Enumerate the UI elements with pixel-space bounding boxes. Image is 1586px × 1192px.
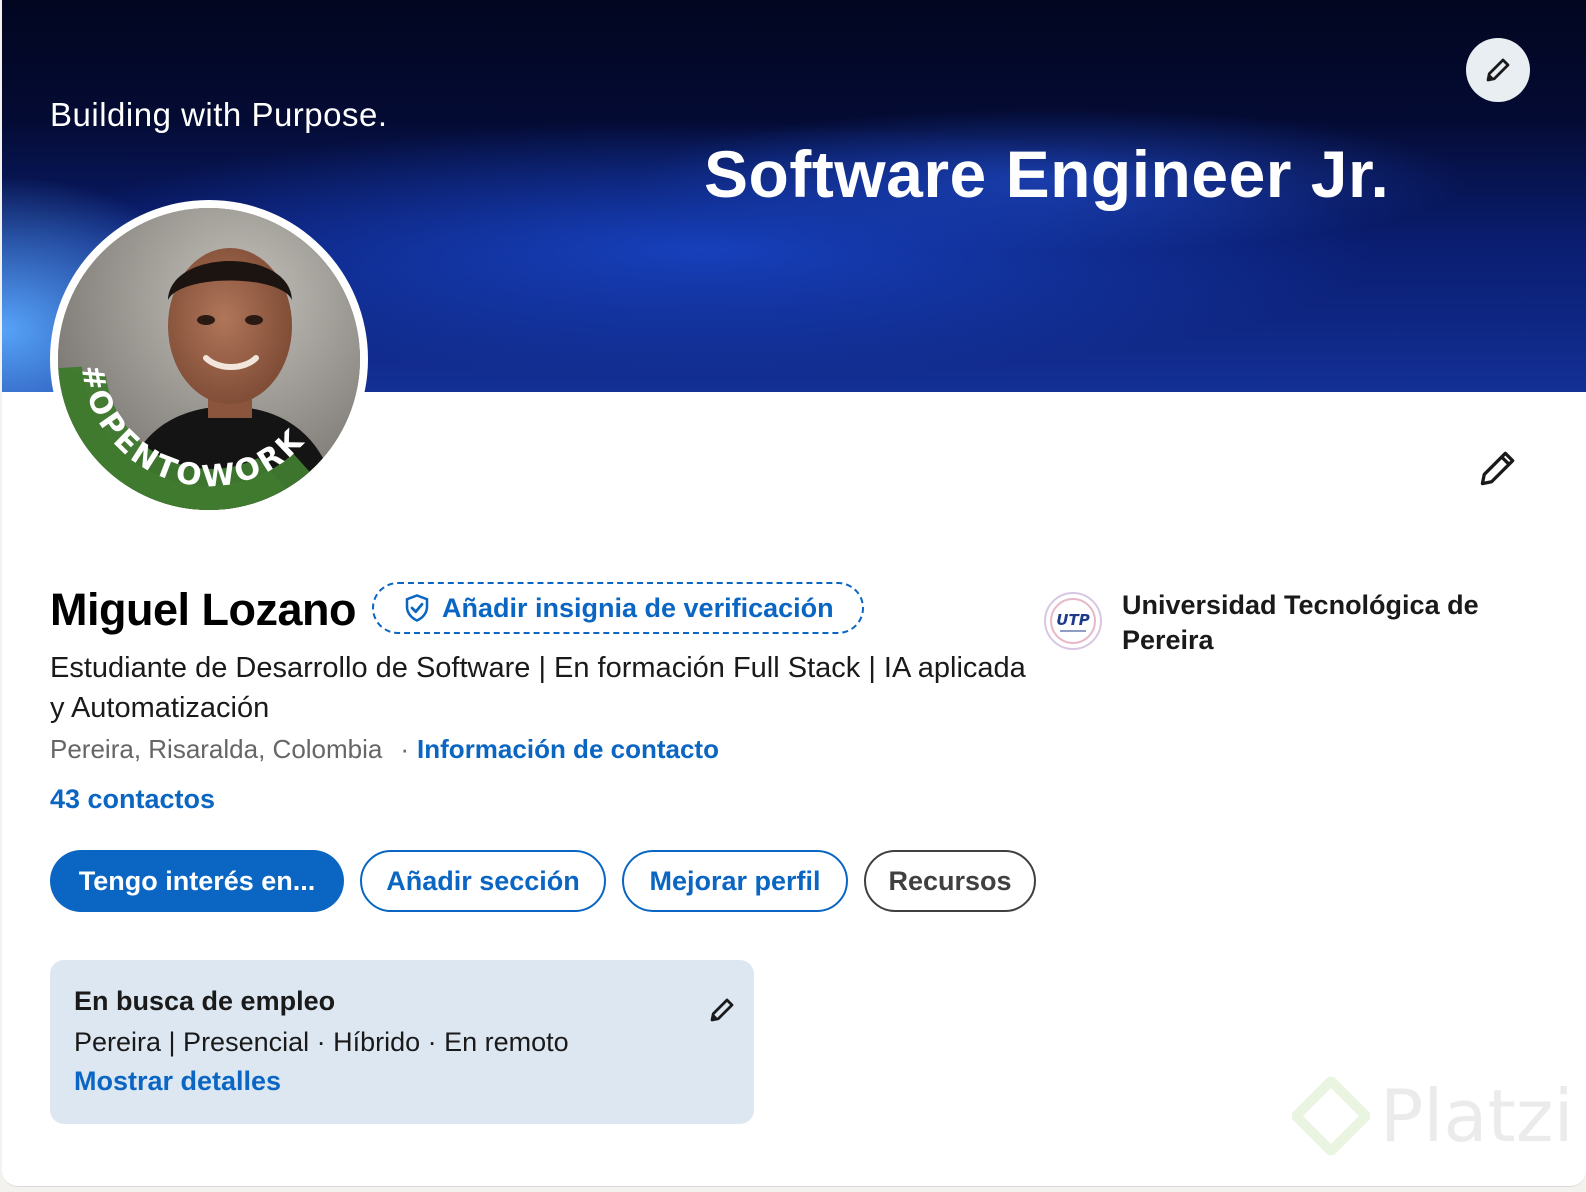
watermark-text: Platzi xyxy=(1380,1074,1574,1158)
show-details-link[interactable]: Mostrar detalles xyxy=(74,1066,730,1097)
profile-photo[interactable]: #OPENTOWORK xyxy=(50,200,368,518)
add-verification-badge-button[interactable]: Añadir insignia de verificación xyxy=(372,582,864,634)
separator-dot: · xyxy=(400,734,410,764)
university-name: Universidad Tecnológica de Pereira xyxy=(1122,590,1479,655)
education-entry[interactable]: UTP Universidad Tecnológica de Pereira xyxy=(1044,588,1542,658)
platzi-logo-icon xyxy=(1292,1077,1370,1155)
connections-link[interactable]: 43 contactos xyxy=(50,784,215,815)
university-logo-text: UTP xyxy=(1056,611,1089,629)
edit-open-to-work-button[interactable] xyxy=(704,992,740,1028)
pencil-icon xyxy=(1480,451,1515,486)
university-logo: UTP xyxy=(1044,592,1102,650)
profile-name: Miguel Lozano xyxy=(50,584,356,635)
profile-card: Building with Purpose. Software Engineer… xyxy=(2,0,1586,1187)
shield-check-icon xyxy=(402,593,432,623)
contact-info-link[interactable]: Información de contacto xyxy=(417,734,719,765)
resources-button[interactable]: Recursos xyxy=(864,850,1036,912)
open-to-work-title: En busca de empleo xyxy=(74,986,336,1016)
banner-tagline: Building with Purpose. xyxy=(50,96,388,133)
improve-profile-button[interactable]: Mejorar perfil xyxy=(622,850,848,912)
edit-profile-button[interactable] xyxy=(1474,444,1522,492)
pencil-icon xyxy=(710,998,734,1022)
open-to-work-details: Pereira | Presencial · Híbrido · En remo… xyxy=(74,1027,569,1057)
profile-headline: Estudiante de Desarrollo de Software | E… xyxy=(50,652,1026,724)
verify-label: Añadir insignia de verificación xyxy=(442,592,834,623)
add-section-button[interactable]: Añadir sección xyxy=(360,850,606,912)
open-to-button[interactable]: Tengo interés en... xyxy=(50,850,344,912)
platzi-watermark: Platzi xyxy=(1292,1074,1574,1158)
open-to-work-card[interactable]: En busca de empleo Pereira | Presencial … xyxy=(50,960,754,1124)
profile-location: Pereira, Risaralda, Colombia xyxy=(50,734,383,764)
location-row: Pereira, Risaralda, Colombia · Informaci… xyxy=(50,734,719,765)
pencil-icon xyxy=(1486,58,1510,82)
edit-banner-button[interactable] xyxy=(1466,38,1530,102)
open-to-work-frame: #OPENTOWORK xyxy=(58,362,323,510)
banner-title: Software Engineer Jr. xyxy=(704,137,1390,211)
